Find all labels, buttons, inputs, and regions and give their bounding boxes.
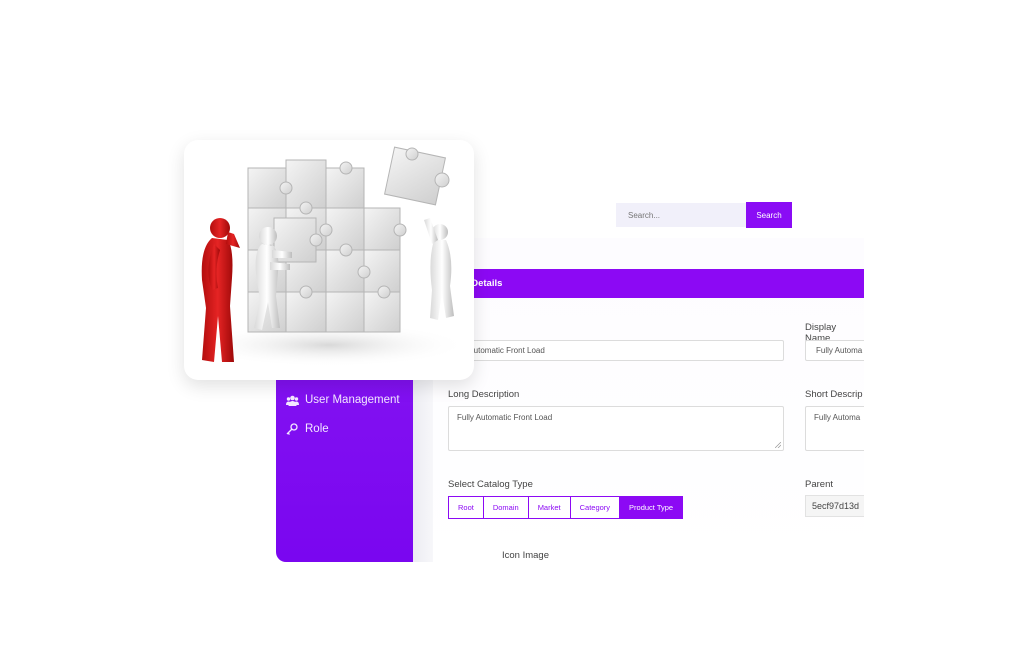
catalog-type-domain[interactable]: Domain bbox=[483, 497, 529, 518]
resize-grip-icon[interactable] bbox=[775, 442, 781, 448]
users-icon bbox=[285, 393, 299, 407]
display-name-field[interactable]: Fully Automa bbox=[805, 340, 864, 361]
top-bar: Search bbox=[413, 195, 864, 238]
catalog-type-selector: Root Domain Market Category Product Type bbox=[448, 496, 684, 519]
long-description-value: Fully Automatic Front Load bbox=[457, 413, 553, 422]
sidebar-item-role[interactable]: Role bbox=[285, 419, 329, 439]
search-input[interactable] bbox=[616, 203, 756, 227]
name-field[interactable]: lly Automatic Front Load bbox=[448, 340, 784, 361]
sidebar-item-label: User Management bbox=[305, 394, 400, 406]
puzzle-team-image bbox=[184, 140, 474, 380]
sidebar-item-user-management[interactable]: User Management bbox=[285, 390, 400, 410]
long-description-textarea[interactable]: Fully Automatic Front Load bbox=[448, 406, 784, 451]
long-description-label: Long Description bbox=[448, 389, 520, 400]
catalog-type-product-type[interactable]: Product Type bbox=[620, 497, 683, 518]
short-description-textarea[interactable]: Fully Automa bbox=[805, 406, 864, 451]
catalog-type-root[interactable]: Root bbox=[449, 497, 484, 518]
parent-label: Parent bbox=[805, 479, 833, 490]
short-description-label: Short Descrip bbox=[805, 389, 863, 400]
catalog-type-market[interactable]: Market bbox=[528, 497, 571, 518]
sidebar-item-label: Role bbox=[305, 423, 329, 435]
form-header: og Details bbox=[433, 269, 864, 298]
icon-image-label: Icon Image bbox=[502, 550, 549, 561]
short-description-value: Fully Automa bbox=[814, 413, 861, 422]
catalog-type-category[interactable]: Category bbox=[570, 497, 621, 518]
parent-field[interactable]: 5ecf97d13d bbox=[805, 495, 864, 517]
search-button[interactable]: Search bbox=[746, 202, 792, 228]
key-icon bbox=[285, 422, 299, 436]
catalog-form: og Details Display Name lly Automatic Fr… bbox=[433, 238, 864, 562]
catalog-type-label: Select Catalog Type bbox=[448, 479, 533, 490]
